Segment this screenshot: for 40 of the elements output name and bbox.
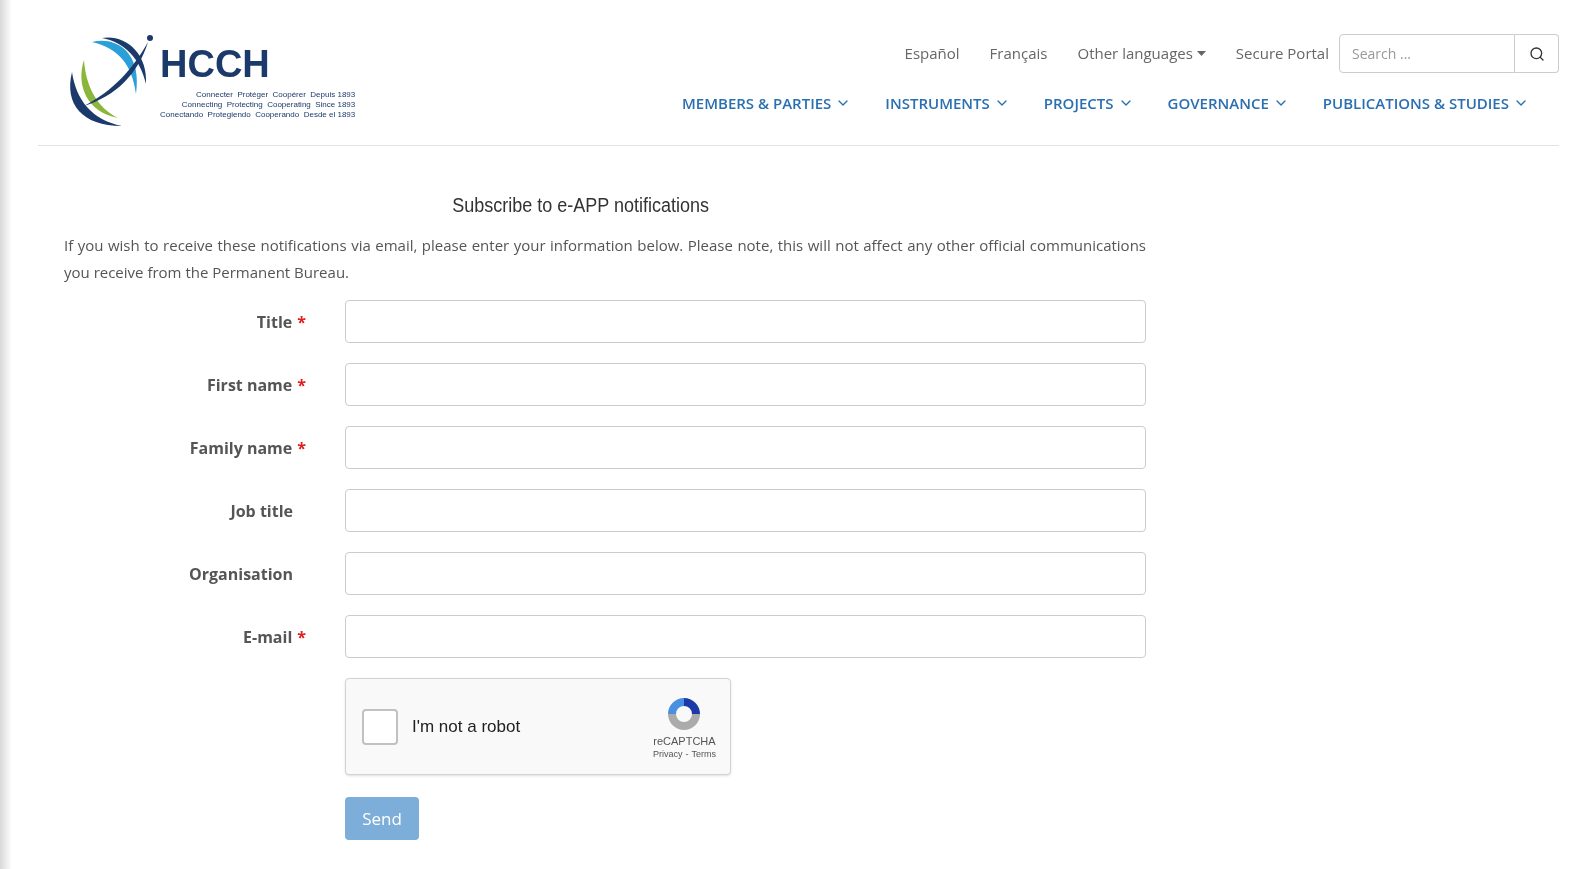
nav-menu-item[interactable]: INSTRUMENTS	[885, 92, 1010, 115]
text-input[interactable]	[345, 363, 1146, 406]
language-link[interactable]: Secure Portal	[1235, 42, 1329, 65]
field-label: Title	[256, 309, 293, 334]
field-label: Organisation	[189, 561, 293, 586]
language-link[interactable]: Français	[989, 42, 1048, 65]
logo-tagline: Connecting Protecting Cooperating Since 1893	[181, 100, 356, 110]
required-mark: *	[297, 435, 306, 460]
intro-paragraph: If you wish to receive these notifications via email, please enter your information below. Please note, this will not affect any other official communications you receive from the Permanent Bureau.	[64, 234, 1146, 284]
search-icon	[1528, 45, 1545, 62]
language-link[interactable]: Español	[904, 42, 960, 65]
recaptcha-brand: reCAPTCHA	[653, 733, 716, 748]
logo-wordmark: HCCH	[160, 44, 271, 84]
search-field[interactable]: Search ...	[1339, 34, 1515, 73]
captcha-label: I'm not a robot	[412, 715, 522, 738]
field-label: First name	[206, 372, 293, 397]
nav-menu-item[interactable]: MEMBERS & PARTIES	[682, 92, 852, 115]
terms-link[interactable]: Terms	[691, 747, 716, 760]
logo-tagline: Conectando Protegiendo Cooperando Desde el 1893	[160, 110, 356, 120]
nav-menu-item[interactable]: PROJECTS	[1043, 92, 1134, 115]
field-label: Job title	[230, 498, 293, 523]
required-mark: *	[297, 372, 306, 397]
text-input[interactable]	[345, 489, 1146, 532]
nav-menu-item[interactable]: PUBLICATIONS & STUDIES	[1322, 92, 1529, 115]
language-link[interactable]: Other languages	[1077, 42, 1206, 65]
nav-menu-item[interactable]: GOVERNANCE	[1167, 92, 1289, 115]
field-label: Family name	[189, 435, 293, 460]
search-button[interactable]	[1515, 34, 1559, 73]
logo-tagline: Connecter Protéger Coopérer Depuis 1893	[196, 90, 356, 100]
field-label: E-mail	[243, 624, 293, 649]
text-input[interactable]	[345, 552, 1146, 595]
required-mark: *	[297, 309, 306, 334]
text-input[interactable]	[345, 426, 1146, 469]
text-input[interactable]	[345, 615, 1146, 658]
link-separator: -	[685, 747, 689, 760]
text-input[interactable]	[345, 300, 1146, 343]
captcha-checkbox[interactable]	[362, 708, 398, 745]
privacy-link[interactable]: Privacy	[653, 747, 683, 760]
required-mark: *	[297, 624, 306, 649]
form-heading: Subscribe to e-APP notifications	[451, 193, 711, 218]
